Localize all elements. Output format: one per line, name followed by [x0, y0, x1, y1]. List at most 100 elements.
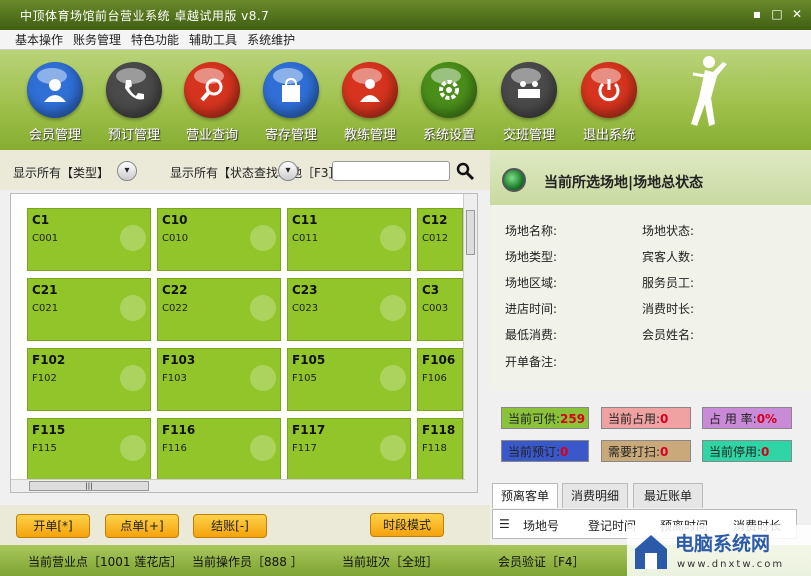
venue-code: F102 [32, 353, 66, 367]
venue-tile[interactable]: C1 C001 [27, 208, 151, 271]
venue-tile[interactable]: F103 F103 [157, 348, 281, 411]
venue-code: F105 [292, 353, 326, 367]
bag-icon [263, 62, 319, 118]
handover-button[interactable]: 交班管理 [494, 62, 564, 148]
tab-departure[interactable]: 预离客单 [492, 483, 558, 508]
site-watermark: 电脑系统网 www.dnxtw.com [627, 525, 811, 576]
add-order-button[interactable]: 点单[+] [105, 514, 179, 538]
booking-button[interactable]: 预订管理 [99, 62, 169, 148]
menu-accounts[interactable]: 账务管理 [68, 31, 126, 48]
venue-tile[interactable]: F116 F116 [157, 418, 281, 481]
horizontal-scrollbar[interactable]: ||| [11, 479, 465, 492]
magnifier-icon [184, 62, 240, 118]
venue-subcode: C023 [292, 303, 319, 314]
venue-tile[interactable]: C23 C023 [287, 278, 411, 341]
stat-value: 0 [660, 445, 669, 459]
venue-watermark-icon [250, 365, 276, 391]
venue-code: F106 [422, 353, 456, 367]
venue-tile[interactable]: C10 C010 [157, 208, 281, 271]
info-staff-label: 服务员工: [642, 276, 695, 290]
venue-code: C1 [32, 213, 50, 227]
list-menu-icon[interactable]: ☰ [499, 517, 510, 531]
venue-watermark-icon [120, 365, 146, 391]
search-input[interactable] [332, 161, 450, 181]
info-venue-status-label: 场地状态: [642, 224, 695, 238]
open-order-button[interactable]: 开单[*] [16, 514, 90, 538]
menu-maintenance[interactable]: 系统维护 [242, 31, 300, 48]
venue-tile[interactable]: C22 C022 [157, 278, 281, 341]
venue-tile[interactable]: F117 F117 [287, 418, 411, 481]
status-dropdown-chevron-down-icon[interactable]: ▾ [278, 161, 298, 181]
stat-value: 0 [761, 445, 770, 459]
column-venue[interactable]: 场地号 [523, 517, 559, 534]
bottom-tabs: 预离客单 消费明细 最近账单 [490, 483, 811, 508]
venue-subcode: C010 [162, 233, 189, 244]
venue-tile[interactable]: F118 F118 [417, 418, 463, 481]
venue-watermark-icon [380, 295, 406, 321]
venue-tile[interactable]: F106 F106 [417, 348, 463, 411]
venue-tile[interactable]: C11 C011 [287, 208, 411, 271]
stat-label: 当前占用: [608, 412, 661, 426]
venue-tile[interactable]: C3 C003 [417, 278, 463, 341]
search-icon[interactable] [455, 161, 475, 181]
member-icon [27, 62, 83, 118]
stat-label: 当前停用: [709, 445, 762, 459]
title-bar: 中顶体育场馆前台营业系统 卓越试用版 v8.7 ▪ □ ✕ [0, 0, 811, 30]
venue-code: C23 [292, 283, 318, 297]
storage-button[interactable]: 寄存管理 [256, 62, 326, 148]
phone-icon [106, 62, 162, 118]
venue-subcode: C022 [162, 303, 189, 314]
menu-bar: 基本操作 账务管理 特色功能 辅助工具 系统维护 [0, 30, 811, 50]
info-checkin-time-label: 进店时间: [505, 302, 558, 316]
info-guest-count-label: 宾客人数: [642, 250, 695, 264]
venue-tile[interactable]: F115 F115 [27, 418, 151, 481]
exit-button[interactable]: 退出系统 [574, 62, 644, 148]
minimize-button[interactable]: ▪ [749, 6, 765, 22]
close-button[interactable]: ✕ [789, 6, 805, 22]
menu-features[interactable]: 特色功能 [126, 31, 184, 48]
settings-button[interactable]: 系统设置 [414, 62, 484, 148]
venue-grid: F118 F118 F117 F117 F116 F116 F115 F115 F106 F106… [10, 193, 478, 493]
venue-watermark-icon [250, 225, 276, 251]
coach-button[interactable]: 教练管理 [335, 62, 405, 148]
member-button[interactable]: 会员管理 [20, 62, 90, 148]
stat-box: 当前停用:0 [702, 440, 792, 462]
venue-subcode: F106 [422, 373, 447, 384]
venue-subcode: F115 [32, 443, 57, 454]
time-mode-button[interactable]: 时段模式 [370, 513, 444, 537]
stat-box: 占 用 率:0% [702, 407, 792, 429]
venue-tile[interactable]: F105 F105 [287, 348, 411, 411]
window-controls: ▪ □ ✕ [749, 6, 805, 22]
selected-venue-title: 当前所选场地|场地总状态 [544, 175, 704, 191]
venue-tile[interactable]: C12 C012 [417, 208, 463, 271]
venue-code: C10 [162, 213, 188, 227]
venue-code: F115 [32, 423, 66, 437]
venue-subcode: F103 [162, 373, 187, 384]
venue-tile[interactable]: F102 F102 [27, 348, 151, 411]
venue-watermark-icon [250, 295, 276, 321]
menu-tools[interactable]: 辅助工具 [184, 31, 242, 48]
type-dropdown-chevron-down-icon[interactable]: ▾ [117, 161, 137, 181]
info-order-note-label: 开单备注: [505, 355, 558, 369]
venue-tile[interactable]: C21 C021 [27, 278, 151, 341]
venue-subcode: C021 [32, 303, 59, 314]
watermark-url: www.dnxtw.com [677, 559, 785, 570]
menu-basic[interactable]: 基本操作 [10, 31, 68, 48]
toolbar: 会员管理 预订管理 营业查询 寄存管理 教练管理 系统设置 交班管理 退出系统 [0, 50, 811, 150]
tab-consumption[interactable]: 消费明细 [562, 483, 628, 508]
venue-code: F118 [422, 423, 456, 437]
status-filter-label: 显示所有【状态查找场地［F3］ [170, 166, 341, 180]
info-duration-label: 消费时长: [642, 302, 695, 316]
venue-subcode: F117 [292, 443, 317, 454]
checkout-button[interactable]: 结账[-] [193, 514, 267, 538]
maximize-button[interactable]: □ [769, 6, 785, 22]
vertical-scrollbar[interactable] [463, 194, 477, 492]
venue-watermark-icon [120, 435, 146, 461]
tab-recent-bills[interactable]: 最近账单 [633, 483, 703, 508]
status-member-verify[interactable]: 会员验证［F4］ [498, 553, 585, 570]
venue-code: F103 [162, 353, 196, 367]
query-button[interactable]: 营业查询 [177, 62, 247, 148]
stat-label: 当前可供: [508, 412, 561, 426]
venue-subcode: F116 [162, 443, 187, 454]
coach-icon [342, 62, 398, 118]
